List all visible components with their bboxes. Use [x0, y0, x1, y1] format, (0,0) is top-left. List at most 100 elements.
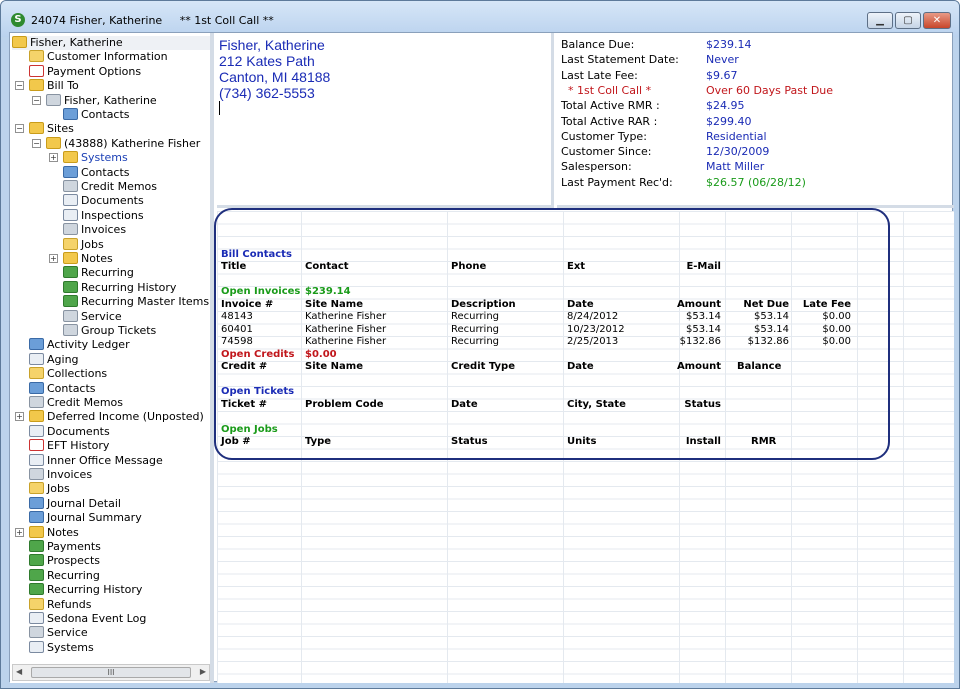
tree-item-label: Recurring History	[81, 280, 177, 294]
tree-item-recurring-master-items[interactable]: Recurring Master Items	[63, 295, 209, 309]
column-header[interactable]: Status	[655, 398, 721, 411]
tree-item-prospects[interactable]: Prospects	[29, 554, 100, 568]
navigation-tree[interactable]: Fisher, Katherine ◀ III ▶ Customer Infor…	[10, 33, 214, 683]
minimize-button[interactable]: ▁	[867, 12, 893, 29]
recurring-master-icon	[63, 295, 78, 308]
column-header[interactable]: Install	[655, 435, 721, 448]
column-header[interactable]: E-Mail	[653, 260, 721, 273]
tree-item-journal-summary[interactable]: Journal Summary	[29, 511, 142, 525]
tree-item-refunds[interactable]: Refunds	[29, 597, 91, 612]
invoice-cell: Recurring	[451, 336, 499, 348]
column-header[interactable]: Amount	[655, 360, 721, 373]
tree-item-systems[interactable]: Systems	[63, 151, 128, 165]
column-header[interactable]: Phone	[451, 260, 486, 273]
maximize-button[interactable]: ▢	[895, 12, 921, 29]
tree-item-payments[interactable]: Payments	[29, 540, 101, 554]
tree-item-documents[interactable]: Documents	[29, 424, 110, 439]
tree-item-systems[interactable]: Systems	[29, 640, 94, 655]
tree-item-eft-history[interactable]: EFT History	[29, 439, 109, 453]
tree-item-deferred-income-unposted[interactable]: Deferred Income (Unposted)	[29, 410, 204, 424]
scroll-left-icon[interactable]: ◀	[16, 667, 22, 676]
column-header[interactable]: Job #	[221, 435, 251, 448]
column-header[interactable]: Net Due	[723, 298, 789, 311]
tree-item-credit-memos[interactable]: Credit Memos	[29, 396, 123, 410]
column-header[interactable]: City, State	[567, 398, 626, 411]
prospects-icon	[29, 554, 44, 567]
tree-item-inspections[interactable]: Inspections	[63, 208, 144, 223]
collapse-icon[interactable]: −	[32, 138, 41, 148]
column-header[interactable]: Ext	[567, 260, 585, 273]
tree-item-label: Contacts	[81, 108, 130, 121]
invoice-icon	[63, 223, 78, 236]
tree-item-notes[interactable]: Notes	[29, 525, 79, 540]
column-header[interactable]: Late Fee	[789, 298, 851, 311]
tree-item-documents[interactable]: Documents	[63, 194, 144, 208]
tree-item-sites[interactable]: Sites	[29, 122, 74, 136]
scroll-thumb[interactable]: III	[31, 667, 191, 678]
summary-label: Total Active RMR :	[561, 99, 660, 113]
tree-item-invoices[interactable]: Invoices	[63, 223, 126, 237]
tree-item-recurring-history[interactable]: Recurring History	[63, 280, 177, 295]
scroll-right-icon[interactable]: ▶	[200, 667, 206, 676]
column-header[interactable]: Type	[305, 435, 331, 448]
column-header[interactable]: Credit #	[221, 360, 267, 373]
tree-item-jobs[interactable]: Jobs	[29, 482, 70, 496]
tree-item-recurring[interactable]: Recurring	[29, 568, 100, 583]
column-header[interactable]: Date	[567, 298, 594, 311]
column-header[interactable]: Balance	[737, 360, 781, 373]
column-header[interactable]: Date	[567, 360, 594, 373]
column-header[interactable]: Description	[451, 298, 516, 311]
tree-item-contacts[interactable]: Contacts	[29, 381, 96, 396]
tree-item-sedona-event-log[interactable]: Sedona Event Log	[29, 612, 146, 626]
tree-item-aging[interactable]: Aging	[29, 352, 79, 367]
tree-item-invoices[interactable]: Invoices	[29, 468, 92, 482]
tree-item-jobs[interactable]: Jobs	[63, 237, 104, 252]
tree-item-payment-options[interactable]: Payment Options	[29, 64, 141, 79]
column-header[interactable]: Problem Code	[305, 398, 384, 411]
column-header[interactable]: RMR	[751, 435, 776, 448]
column-header[interactable]: Site Name	[305, 298, 363, 311]
column-header[interactable]: Credit Type	[451, 360, 515, 373]
tree-item-43888-katherine-fisher[interactable]: (43888) Katherine Fisher	[46, 136, 200, 151]
column-header[interactable]: Status	[451, 435, 488, 448]
person-icon	[46, 93, 61, 106]
summary-value: $299.40	[706, 114, 752, 128]
tree-item-bill-to[interactable]: Bill To	[29, 79, 79, 93]
tree-item-notes[interactable]: Notes	[63, 252, 113, 266]
collapse-icon[interactable]: −	[32, 95, 41, 105]
tree-horizontal-scrollbar[interactable]: ◀ III ▶	[12, 664, 210, 681]
summary-label: Balance Due:	[561, 38, 635, 51]
tree-item-recurring[interactable]: Recurring	[63, 266, 134, 280]
column-header[interactable]: Site Name	[305, 360, 363, 373]
expand-icon[interactable]: +	[49, 153, 58, 163]
tree-item-fisher-katherine[interactable]: Fisher, Katherine	[46, 93, 157, 108]
expand-icon[interactable]: +	[49, 254, 58, 263]
tree-item-recurring-history[interactable]: Recurring History	[29, 583, 142, 597]
column-header[interactable]: Date	[451, 398, 478, 411]
tree-item-customer-information[interactable]: Customer Information	[29, 50, 168, 64]
tree-item-credit-memos[interactable]: Credit Memos	[63, 180, 157, 194]
close-button[interactable]: ✕	[923, 12, 951, 29]
tree-item-service[interactable]: Service	[63, 309, 122, 324]
summary-label: Last Late Fee:	[561, 68, 638, 82]
column-header[interactable]: Units	[567, 435, 596, 448]
expand-icon[interactable]: +	[15, 412, 24, 422]
tree-item-activity-ledger[interactable]: Activity Ledger	[29, 338, 130, 352]
column-header[interactable]: Amount	[655, 298, 721, 311]
collapse-icon[interactable]: −	[15, 124, 24, 134]
tree-item-contacts[interactable]: Contacts	[63, 108, 130, 122]
tree-item-contacts[interactable]: Contacts	[63, 165, 130, 180]
tree-item-journal-detail[interactable]: Journal Detail	[29, 496, 121, 511]
summary-value[interactable]: Over 60 Days Past Due	[706, 83, 833, 98]
tree-item-service[interactable]: Service	[29, 626, 88, 640]
column-header[interactable]: Contact	[305, 260, 349, 273]
expand-icon[interactable]: +	[15, 527, 24, 537]
column-header[interactable]: Title	[221, 260, 246, 273]
collapse-icon[interactable]: −	[15, 81, 24, 91]
column-header[interactable]: Ticket #	[221, 398, 267, 411]
tree-item-group-tickets[interactable]: Group Tickets	[63, 324, 156, 338]
tree-item-inner-office-message[interactable]: Inner Office Message	[29, 453, 163, 468]
tree-item-collections[interactable]: Collections	[29, 367, 107, 381]
column-header[interactable]: Invoice #	[221, 298, 273, 311]
tree-root[interactable]: Fisher, Katherine	[12, 36, 210, 50]
